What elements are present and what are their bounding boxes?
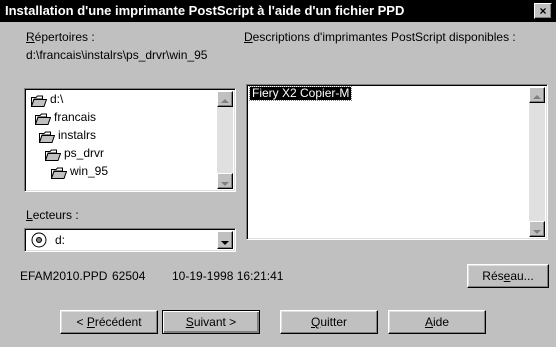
arrow-down-icon [533,229,541,234]
ppd-install-dialog: Installation d'une imprimante PostScript… [0,0,556,347]
network-button[interactable]: Réseau... [467,264,549,288]
close-icon: × [539,3,547,18]
directory-scrollbar[interactable] [217,91,233,189]
open-folder-icon [50,166,68,179]
directories-label: Répertoires : [26,30,95,44]
dir-item-ps-drvr[interactable]: ps_drvr [44,144,104,162]
ppd-size: 62504 [112,269,146,283]
arrow-down-icon [221,181,229,186]
next-button[interactable]: Suivant > [162,310,260,334]
arrow-up-icon [221,99,229,103]
quit-button[interactable]: Quitter [280,310,378,334]
printer-description-list[interactable]: Fiery X2 Copier-M [246,84,548,240]
scroll-up-button[interactable] [529,87,545,103]
drive-select[interactable]: d: [24,228,236,252]
descriptions-label: Descriptions d'imprimantes PostScript di… [244,30,516,44]
arrow-up-icon [533,95,541,99]
open-folder-icon [30,94,48,107]
open-folder-icon [44,148,62,161]
open-folder-icon [38,130,56,143]
dir-item-win-95[interactable]: win_95 [50,162,108,180]
directory-list[interactable]: d:\ francais instalrs ps_drvr win_95 [24,88,236,192]
description-scrollbar[interactable] [529,87,545,237]
scroll-down-button[interactable] [529,221,545,237]
scroll-down-button[interactable] [217,173,233,189]
drive-dropdown-button[interactable] [217,231,233,249]
ppd-datetime: 10-19-1998 16:21:41 [172,269,284,283]
scroll-up-button[interactable] [217,91,233,107]
help-button[interactable]: Aide [388,310,486,334]
close-button[interactable]: × [534,3,552,19]
dir-item-instalrs[interactable]: instalrs [38,126,96,144]
window-title: Installation d'une imprimante PostScript… [5,3,405,18]
chevron-down-icon [221,240,229,245]
drive-value: d: [55,233,66,247]
open-folder-icon [34,112,52,125]
current-path: d:\francais\instalrs\ps_drvr\win_95 [26,48,208,62]
drives-label: Lecteurs : [26,208,79,222]
dir-item-root[interactable]: d:\ [30,90,63,108]
list-item[interactable]: Fiery X2 Copier-M [248,86,353,101]
ppd-filename: EFAM2010.PPD [20,269,108,283]
dir-item-francais[interactable]: francais [34,108,96,126]
cd-drive-icon [31,232,47,251]
title-bar: Installation d'une imprimante PostScript… [0,0,556,22]
previous-button[interactable]: < Précédent [60,310,158,334]
